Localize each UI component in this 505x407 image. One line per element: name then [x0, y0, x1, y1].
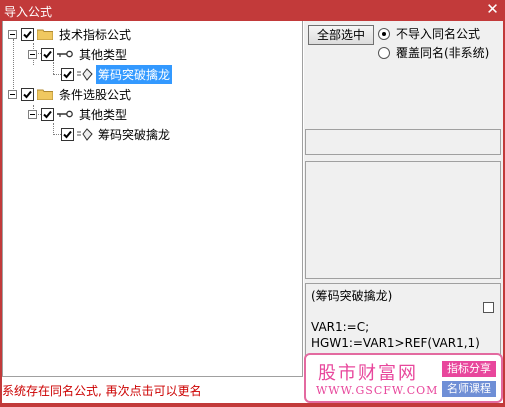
tree-node-folder[interactable]: 条件选股公式: [8, 84, 133, 104]
folder-icon: [37, 89, 53, 100]
collapse-icon[interactable]: [28, 109, 37, 119]
tree-node-formula[interactable]: 筹码突破擒龙: [61, 124, 172, 144]
radio-button[interactable]: [378, 27, 390, 40]
collapse-icon[interactable]: [8, 29, 17, 39]
name-field[interactable]: [305, 129, 501, 155]
select-all-button[interactable]: 全部选中: [308, 25, 374, 45]
title-bar: 导入公式 ✕: [0, 0, 505, 21]
tree-checkbox[interactable]: [41, 107, 54, 121]
radio-overwrite[interactable]: 覆盖同名(非系统): [378, 44, 489, 61]
tree-connector: [53, 74, 61, 75]
tree-node-category[interactable]: 其他类型: [28, 104, 129, 124]
tree-checkbox[interactable]: [61, 67, 74, 81]
collapse-icon[interactable]: [28, 49, 37, 59]
tree-node-formula[interactable]: 筹码突破擒龙: [61, 64, 173, 84]
tree-node-category[interactable]: 其他类型: [28, 44, 129, 64]
formula-tree[interactable]: 技术指标公式 其他类型 筹码突破擒龙 条件选股公式 其他类型 筹码突破擒龙: [2, 21, 303, 377]
status-message: 系统存在同名公式, 再次点击可以更名: [2, 384, 202, 398]
preview-code-line: VAR1:=C;: [311, 320, 370, 334]
tree-node-folder[interactable]: 技术指标公式: [8, 24, 133, 44]
watermark-tag: 名师课程: [442, 381, 496, 397]
watermark-tag: 指标分享: [442, 361, 496, 377]
options-panel: 全部选中 不导入同名公式 覆盖同名(非系统) (筹码突破擒龙) VAR1:=C;…: [304, 21, 503, 377]
folder-icon: [37, 29, 53, 40]
tree-checkbox[interactable]: [21, 87, 34, 101]
key-icon: [57, 110, 73, 118]
radio-label: 不导入同名公式: [396, 27, 481, 41]
tree-node-label: 其他类型: [79, 47, 128, 62]
formula-icon: [77, 127, 93, 141]
radio-button[interactable]: [378, 46, 390, 59]
collapse-icon[interactable]: [8, 89, 17, 99]
watermark-site-name: 股市财富网: [318, 363, 418, 384]
radio-no-import[interactable]: 不导入同名公式: [378, 25, 480, 42]
tree-checkbox[interactable]: [61, 127, 74, 141]
tree-node-label: 技术指标公式: [59, 27, 132, 42]
tree-checkbox[interactable]: [41, 47, 54, 61]
tree-checkbox[interactable]: [21, 27, 34, 41]
tree-node-label: 筹码突破擒龙: [96, 64, 173, 84]
window-title: 导入公式: [4, 5, 53, 19]
tree-node-label: 其他类型: [79, 107, 128, 122]
close-icon[interactable]: ✕: [484, 1, 501, 18]
tree-connector: [53, 134, 61, 135]
radio-label: 覆盖同名(非系统): [396, 46, 490, 60]
key-icon: [57, 50, 73, 58]
formula-icon: [77, 67, 93, 81]
preview-checkbox[interactable]: [483, 302, 494, 313]
preview-code-line: HGW1:=VAR1>REF(VAR1,1): [311, 336, 480, 350]
preview-formula-name: (筹码突破擒龙): [311, 289, 393, 303]
tree-node-label: 筹码突破擒龙: [98, 127, 171, 142]
description-box: [305, 161, 501, 279]
tree-node-label: 条件选股公式: [59, 87, 132, 102]
watermark-url: WWW.GSCFW.COM: [316, 384, 439, 397]
watermark-logo: 股市财富网 WWW.GSCFW.COM 指标分享 名师课程: [304, 353, 503, 403]
window-frame-bottom: [0, 403, 505, 407]
